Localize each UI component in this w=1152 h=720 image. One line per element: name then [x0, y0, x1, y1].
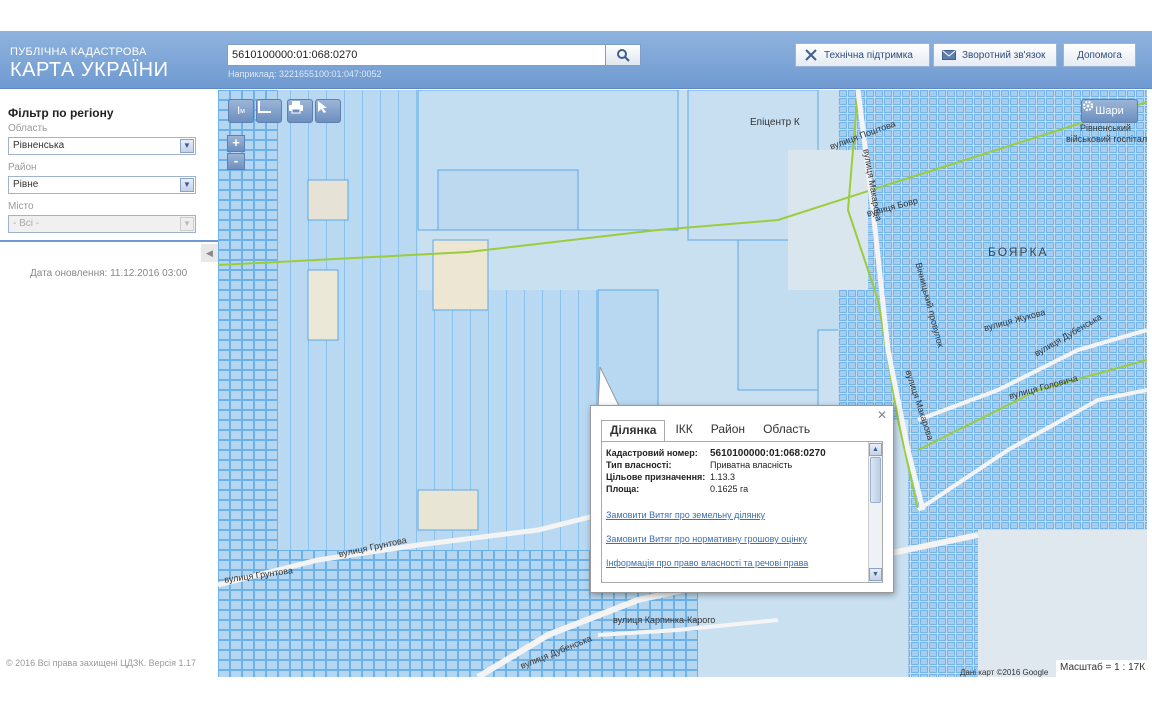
region-value: Рівненська [13, 140, 65, 151]
cursor-question-icon [318, 101, 327, 113]
tab-ikk[interactable]: ІКК [667, 420, 700, 441]
city-label-map: БОЯРКА [988, 245, 1049, 259]
filter-title: Фільтр по регіону [8, 106, 114, 120]
feedback-button[interactable]: Зворотний зв'язок [933, 43, 1057, 67]
measure-area-button[interactable] [256, 99, 282, 123]
sidebar: Фільтр по регіону Область Рівненська ▼ Р… [0, 90, 218, 677]
poi-label: військовий госпітал [1066, 134, 1147, 144]
district-select[interactable]: Рівне ▼ [8, 176, 196, 194]
zoom-out-button[interactable]: - [227, 153, 245, 170]
field-purpose: Цільове призначення: 1.13.3 [606, 472, 735, 482]
chevron-down-icon: ▼ [180, 217, 194, 231]
field-label: Цільове призначення: [606, 472, 706, 482]
city-value: - Всі - [13, 218, 40, 229]
region-filter: Фільтр по регіону Область Рівненська ▼ Р… [0, 90, 218, 242]
zoom-in-button[interactable]: + [227, 135, 245, 152]
update-date: Дата оновлення: 11.12.2016 03:00 [30, 268, 188, 279]
layers-label: Шари [1095, 105, 1124, 117]
field-ownership-type: Тип власності: Приватна власність [606, 460, 792, 470]
tab-district[interactable]: Район [703, 420, 753, 441]
poi-label: Епіцентр К [750, 117, 800, 128]
chevron-down-icon: ▼ [180, 178, 194, 192]
field-label: Площа: [606, 484, 640, 494]
top-strip [0, 0, 1152, 31]
support-button[interactable]: Технічна підтримка [795, 43, 930, 67]
chevron-down-icon[interactable]: ▼ [869, 568, 882, 581]
chevron-down-icon: ▼ [180, 139, 194, 153]
brand-subtitle: ПУБЛІЧНА КАДАСТРОВА [10, 46, 147, 58]
popup-scrollbar[interactable]: ▲ ▼ [868, 442, 882, 582]
envelope-icon [942, 50, 956, 60]
map-attribution: Дані карт ©2016 Google [960, 668, 1049, 677]
collapse-sidebar-button[interactable]: ◀ [201, 244, 218, 262]
feedback-label: Зворотний зв'язок [962, 49, 1046, 61]
chevron-up-icon[interactable]: ▲ [869, 443, 882, 456]
field-area: Площа: 0.1625 га [606, 484, 748, 494]
copyright: © 2016 Всі права захищені ЦДЗК. Версія 1… [6, 658, 197, 668]
area-icon [258, 101, 271, 113]
field-value: Приватна власність [710, 460, 793, 470]
support-label: Технічна підтримка [824, 49, 913, 61]
region-select[interactable]: Рівненська ▼ [8, 137, 196, 155]
app-window: ПУБЛІЧНА КАДАСТРОВА КАРТА УКРАЇНИ Наприк… [0, 0, 1152, 720]
layers-button[interactable]: Шари [1081, 99, 1138, 123]
field-label: Кадастровий номер: [606, 448, 698, 458]
district-label: Район [8, 162, 37, 173]
parcel-info-popup: ✕ Ділянка ІКК Район Область Кадастровий … [590, 405, 894, 593]
measure-distance-button[interactable]: Iм [228, 99, 254, 123]
header: ПУБЛІЧНА КАДАСТРОВА КАРТА УКРАЇНИ Наприк… [0, 31, 1152, 89]
order-valuation-extract-link[interactable]: Замовити Витяг про нормативну грошову оц… [606, 534, 807, 544]
identify-button[interactable] [315, 99, 341, 123]
search-icon [617, 49, 630, 62]
tools-icon [805, 49, 817, 61]
street-label: вулиця Карпинка-Карого [613, 615, 716, 625]
brand-title: КАРТА УКРАЇНИ [10, 59, 169, 81]
ownership-info-link[interactable]: Інформація про право власності та речові… [606, 558, 808, 568]
popup-tabs: Ділянка ІКК Район Область [601, 420, 883, 441]
field-value: 0.1625 га [710, 484, 749, 494]
search-button[interactable] [605, 44, 641, 66]
poi-label: Рівненський [1080, 123, 1131, 133]
field-value: 5610100000:01:068:0270 [710, 448, 826, 459]
search-hint: Наприклад: 3221655100:01:047:0052 [228, 69, 382, 79]
order-parcel-extract-link[interactable]: Замовити Витяг про земельну ділянку [606, 510, 765, 520]
region-label: Область [8, 123, 48, 134]
field-label: Тип власності: [606, 460, 672, 470]
district-value: Рівне [13, 179, 39, 190]
city-label: Місто [8, 201, 34, 212]
tab-parcel[interactable]: Ділянка [601, 420, 666, 441]
city-select: - Всі - ▼ [8, 215, 196, 233]
tab-region[interactable]: Область [755, 420, 818, 441]
field-cadastral-number: Кадастровий номер: 5610100000:01:068:0270 [606, 448, 826, 459]
field-value: 1.13.3 [710, 472, 736, 482]
map-canvas[interactable]: Iм + - Шари Епіцентр К БОЯРКА Рівненськи… [218, 90, 1147, 677]
scroll-thumb[interactable] [870, 457, 881, 503]
help-button[interactable]: Допомога [1063, 43, 1136, 67]
gear-icon [1082, 100, 1094, 112]
parcel-details: Кадастровий номер: 5610100000:01:068:0270… [601, 441, 883, 583]
search-input[interactable] [227, 44, 606, 66]
help-label: Допомога [1077, 49, 1122, 61]
print-button[interactable] [287, 99, 313, 123]
map-scale: Масштаб = 1 : 17К [1056, 660, 1147, 677]
printer-icon [289, 101, 303, 114]
